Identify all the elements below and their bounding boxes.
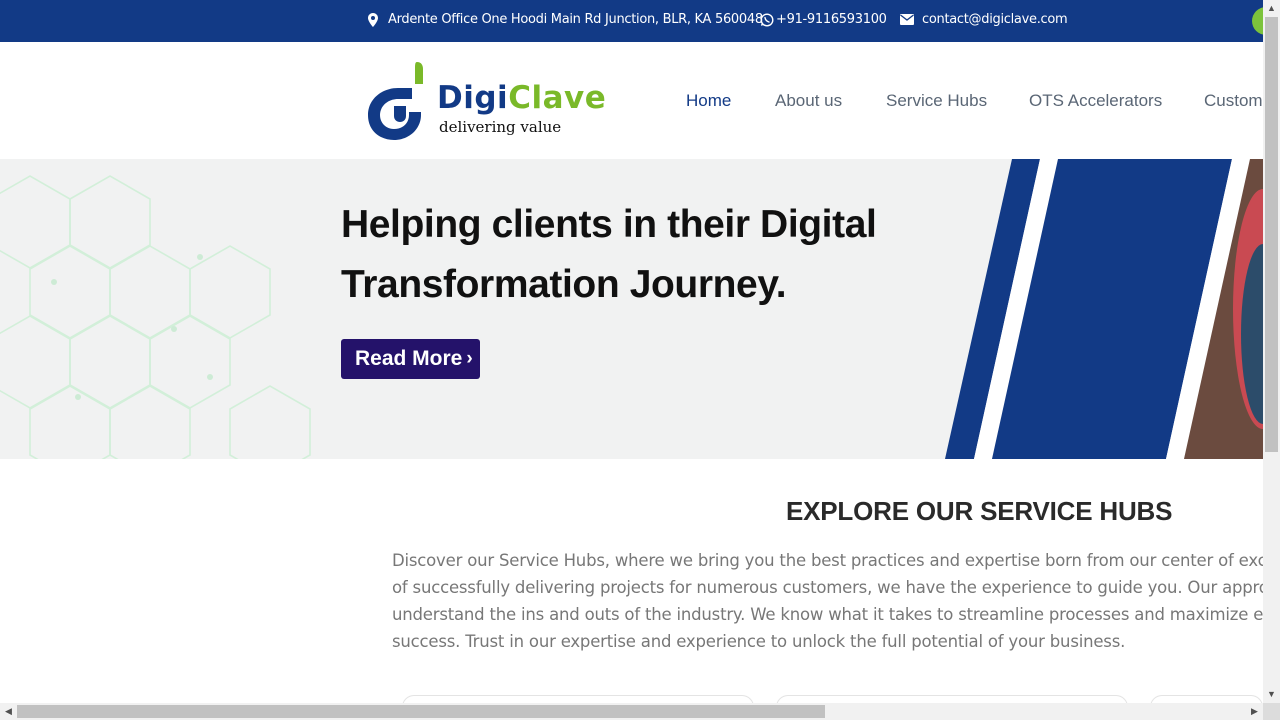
email-link[interactable]: contact@digiclave.com	[922, 12, 1068, 27]
vertical-scrollbar[interactable]: ▲ ▼	[1263, 0, 1280, 703]
scroll-right-icon[interactable]: ▶	[1246, 703, 1263, 720]
scroll-left-icon[interactable]: ◀	[0, 703, 17, 720]
read-more-button[interactable]: Read More ›	[341, 339, 480, 379]
scroll-down-icon[interactable]: ▼	[1263, 686, 1280, 703]
read-more-label: Read More	[355, 347, 463, 370]
hero-banner: Helping clients in their Digital Transfo…	[0, 159, 1263, 459]
email-item[interactable]: contact@digiclave.com	[900, 12, 1068, 27]
section-heading: EXPLORE OUR SERVICE HUBS	[786, 496, 1173, 526]
address-text: Ardente Office One Hoodi Main Rd Junctio…	[388, 12, 763, 27]
description-line: of successfully delivering projects for …	[392, 578, 1263, 597]
nav-item-custom[interactable]: Custom	[1204, 91, 1263, 111]
horizontal-scrollbar[interactable]: ◀ ▶	[0, 703, 1263, 720]
envelope-icon	[900, 14, 914, 25]
hero-image-stripes	[945, 159, 1263, 459]
hexagon-pattern-decoration	[0, 175, 311, 459]
section-description: Discover our Service Hubs, where we brin…	[392, 547, 1263, 657]
address-item: Ardente Office One Hoodi Main Rd Junctio…	[368, 12, 763, 27]
description-line: Discover our Service Hubs, where we brin…	[392, 551, 1263, 570]
main-nav: Home About us Service Hubs OTS Accelerat…	[0, 91, 1263, 115]
phone-item[interactable]: +91-9116593100	[760, 12, 887, 27]
top-contact-bar: Ardente Office One Hoodi Main Rd Junctio…	[0, 0, 1280, 42]
nav-item-home[interactable]: Home	[686, 91, 731, 111]
phone-link[interactable]: +91-9116593100	[776, 12, 887, 27]
site-header: DigiClave delivering value Home About us…	[0, 42, 1263, 159]
nav-item-service-hubs[interactable]: Service Hubs	[886, 91, 987, 111]
description-line: understand the ins and outs of the indus…	[392, 605, 1263, 624]
horizontal-scroll-thumb[interactable]	[17, 705, 825, 718]
map-pin-icon	[368, 12, 378, 27]
nav-item-ots-accelerators[interactable]: OTS Accelerators	[1029, 91, 1162, 111]
nav-item-about-us[interactable]: About us	[775, 91, 842, 111]
logo-tagline: delivering value	[439, 118, 562, 136]
vertical-scroll-thumb[interactable]	[1265, 17, 1278, 452]
chevron-right-icon: ›	[466, 348, 473, 369]
scrollbar-corner	[1263, 703, 1280, 720]
description-line: success. Trust in our expertise and expe…	[392, 632, 1126, 651]
scroll-up-icon[interactable]: ▲	[1263, 0, 1280, 17]
whatsapp-icon	[760, 12, 774, 27]
hero-heading: Helping clients in their Digital Transfo…	[341, 203, 877, 306]
